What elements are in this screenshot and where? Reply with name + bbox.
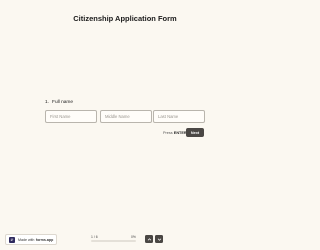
full-name-inputs: First Name Middle Name Last Name [45, 110, 206, 123]
progress-bar [91, 240, 136, 242]
question-label: 1. Full name [45, 100, 73, 105]
chevron-up-icon [147, 237, 151, 240]
question-number: 1. [45, 100, 50, 105]
chevron-down-icon [157, 238, 161, 241]
first-name-input[interactable]: First Name [45, 110, 97, 123]
form-title: Citizenship Application Form [73, 14, 177, 23]
press-key: ENTER [173, 131, 187, 135]
forms-app-logo-icon [9, 236, 15, 243]
progress-percent: 0% [131, 235, 136, 239]
badge-prefix: Made with [18, 237, 35, 242]
previous-question-button[interactable] [145, 235, 153, 243]
next-question-button[interactable] [155, 235, 163, 243]
press-enter-hint: Press ENTER [163, 131, 187, 135]
last-name-input[interactable]: Last Name [153, 110, 205, 123]
made-with-badge[interactable]: Made with forms.app [5, 234, 57, 245]
press-label: Press [163, 131, 173, 135]
next-button[interactable]: Next [186, 128, 204, 137]
question-text: Full name [52, 100, 74, 105]
middle-name-input[interactable]: Middle Name [100, 110, 152, 123]
progress-count: 1 / 6 [91, 235, 98, 239]
badge-brand: forms.app [35, 237, 54, 242]
